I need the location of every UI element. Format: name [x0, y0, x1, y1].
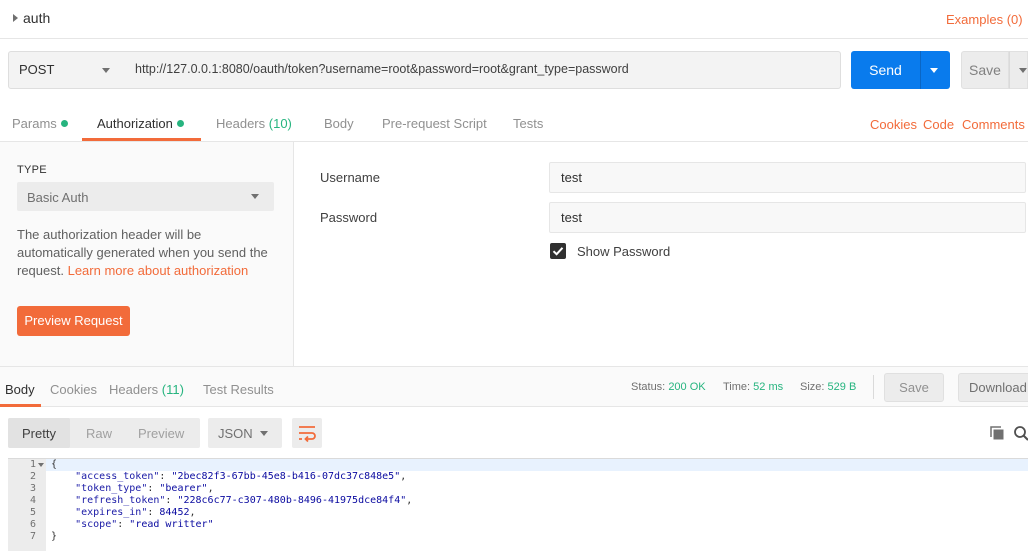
code-line: "access_token": "2bec82f3-67bb-45e8-b416… [75, 471, 407, 482]
code-line: } [51, 531, 58, 542]
chevron-down-icon [251, 194, 259, 199]
method-value: POST [19, 62, 55, 77]
username-value: test [561, 170, 582, 185]
json-comma: , [400, 471, 407, 482]
response-headers-count: (11) [161, 382, 184, 397]
json-key: "expires_in" [75, 507, 148, 518]
code-line: "scope": "read writter" [75, 519, 214, 530]
time-label: Time: [723, 381, 751, 393]
code-line: "refresh_token": "228c6c77-c307-480b-849… [75, 495, 413, 506]
fold-toggle-icon[interactable] [38, 463, 44, 467]
copy-icon[interactable] [989, 425, 1005, 444]
username-label: Username [320, 170, 380, 185]
status-label: Status: [631, 381, 666, 393]
save-response-button[interactable]: Save [884, 373, 944, 402]
chevron-down-icon [930, 68, 938, 73]
caret-right-icon[interactable] [13, 14, 18, 22]
preview-request-button[interactable]: Preview Request [17, 306, 130, 336]
show-password-label[interactable]: Show Password [577, 244, 670, 259]
json-value: "228c6c77-c307-480b-8496-41975dce84f4" [177, 495, 407, 506]
response-tab-test-results[interactable]: Test Results [203, 382, 274, 397]
json-key: "access_token" [75, 471, 160, 482]
line-number: 7 [29, 531, 36, 542]
examples-link[interactable]: Examples (0) [946, 12, 1023, 27]
line-number: 2 [29, 471, 36, 482]
tab-tests[interactable]: Tests [513, 116, 543, 131]
tab-params-label: Params [12, 116, 57, 131]
request-name[interactable]: auth [23, 10, 50, 26]
json-value: "bearer" [159, 483, 208, 494]
json-comma: , [406, 495, 413, 506]
time-info: Time: 52 ms [723, 381, 783, 393]
download-button[interactable]: Download [958, 373, 1028, 402]
preview-button[interactable]: Preview [138, 426, 184, 441]
json-key: "refresh_token" [75, 495, 166, 506]
line-number: 5 [29, 507, 36, 518]
headers-count: (10) [268, 116, 292, 131]
auth-description: The authorization header will be automat… [17, 226, 279, 280]
cookies-link[interactable]: Cookies [870, 117, 917, 132]
wrap-lines-button[interactable] [292, 418, 322, 448]
json-value: 84452 [159, 507, 190, 518]
tab-body[interactable]: Body [324, 116, 354, 131]
active-line-highlight [46, 459, 1028, 471]
response-tab-headers[interactable]: Headers (11) [109, 382, 184, 397]
password-value: test [561, 210, 582, 225]
json-comma: , [207, 483, 214, 494]
show-password-checkbox[interactable] [550, 243, 566, 259]
comments-link[interactable]: Comments ( [962, 117, 1028, 132]
search-icon[interactable] [1013, 425, 1028, 444]
json-key: "scope" [75, 519, 118, 530]
code-line: "expires_in": 84452, [75, 507, 196, 518]
pretty-label: Pretty [22, 426, 56, 441]
line-number: 6 [29, 519, 36, 530]
line-number: 1 [29, 459, 36, 470]
auth-type-label: TYPE [17, 164, 47, 176]
raw-button[interactable]: Raw [86, 426, 112, 441]
time-value: 52 ms [753, 381, 784, 393]
size-value: 529 B [827, 381, 857, 393]
code-line: "token_type": "bearer", [75, 483, 214, 494]
response-tab-body[interactable]: Body [5, 382, 35, 397]
tab-authorization-label: Authorization [97, 116, 173, 131]
url-value: http://127.0.0.1:8080/oauth/token?userna… [135, 62, 629, 76]
json-key: "token_type" [75, 483, 148, 494]
line-number: 3 [29, 483, 36, 494]
wrap-lines-icon [299, 426, 316, 443]
line-number: 4 [29, 495, 36, 506]
code-line: { [51, 459, 58, 470]
response-tab-headers-label: Headers [109, 382, 159, 397]
save-button[interactable]: Save [961, 51, 1009, 89]
json-value: "read writter" [129, 519, 214, 530]
authorization-indicator-dot [176, 120, 184, 127]
chevron-down-icon [102, 68, 110, 73]
tab-prerequest-script[interactable]: Pre-request Script [382, 116, 487, 131]
chevron-down-icon [260, 431, 268, 436]
json-value: "2bec82f3-67bb-45e8-b416-07dc37c848e5" [171, 471, 401, 482]
chevron-down-icon [1019, 68, 1027, 73]
params-indicator-dot [60, 120, 68, 127]
tab-headers[interactable]: Headers (10) [216, 116, 292, 131]
learn-more-link[interactable]: Learn more about authorization [68, 263, 249, 278]
json-comma: , [189, 507, 196, 518]
username-field[interactable] [549, 162, 1026, 193]
tab-headers-label: Headers [216, 116, 266, 131]
tab-params[interactable]: Params [12, 116, 68, 131]
response-tab-cookies[interactable]: Cookies [50, 382, 97, 397]
password-label: Password [320, 210, 378, 225]
divider [873, 375, 874, 399]
auth-type-value: Basic Auth [27, 190, 89, 205]
status-value: 200 OK [668, 381, 706, 393]
active-response-tab-indicator [0, 404, 41, 407]
password-field[interactable] [549, 202, 1026, 233]
send-button[interactable]: Send [851, 51, 920, 89]
size-info: Size: 529 B [800, 381, 856, 393]
request-title-bar [0, 0, 1028, 39]
status-info: Status: 200 OK [631, 381, 706, 393]
size-label: Size: [800, 381, 825, 393]
format-value: JSON [218, 426, 253, 441]
tab-authorization[interactable]: Authorization [97, 116, 184, 131]
checkbox-checked-icon [552, 247, 564, 256]
code-link[interactable]: Code [923, 117, 954, 132]
